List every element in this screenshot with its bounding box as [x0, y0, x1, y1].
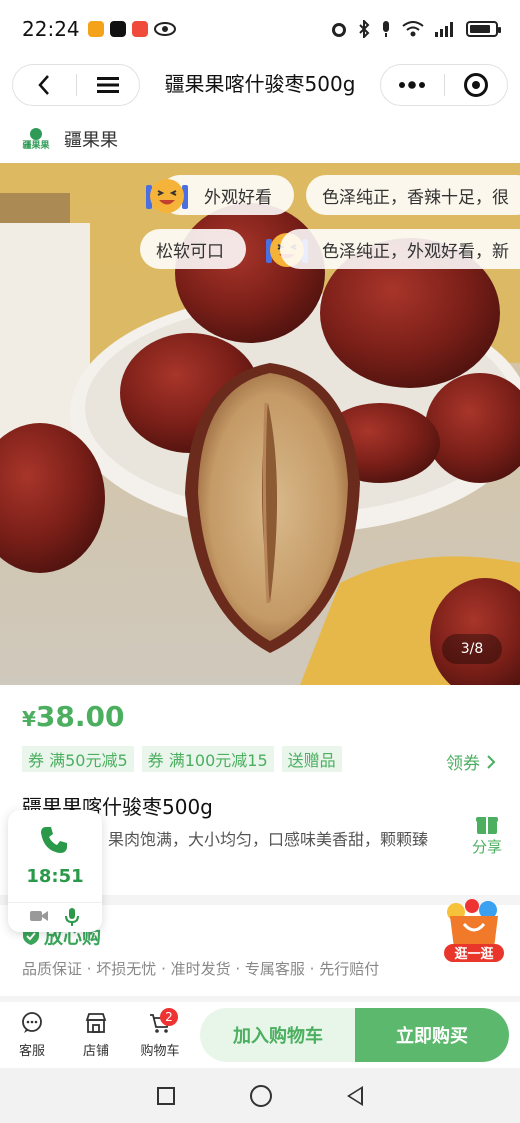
status-app-icons	[87, 21, 176, 37]
laughing-emoji-icon	[146, 179, 188, 213]
review-bubble: 色泽纯正，香辣十足，很	[306, 175, 520, 215]
product-image[interactable]: 外观好看 色泽纯正，香辣十足，很 松软可口 色泽纯正，外观好看，新 3/8	[0, 163, 520, 685]
back-triangle-icon[interactable]	[346, 1085, 363, 1106]
chat-bubble-icon	[22, 1011, 42, 1033]
product-description: 果肉饱满，大小均匀，口感味美香甜，颗颗臻	[108, 830, 429, 849]
menu-button[interactable]	[77, 76, 140, 94]
cart-count-badge: 2	[160, 1007, 178, 1026]
shop-logo: 疆果果	[22, 125, 50, 153]
more-dots-icon	[399, 81, 426, 89]
video-camera-icon[interactable]	[30, 910, 48, 922]
nav-capsule-left	[12, 64, 140, 106]
mic-status-icon	[383, 21, 389, 37]
phone-icon	[41, 827, 67, 853]
share-button[interactable]: 分享	[472, 814, 502, 857]
assurance-items: 品质保证 · 坏损无忧 · 准时发货 · 专属客服 · 先行赔付	[22, 960, 380, 978]
browse-badge[interactable]: 逛一逛	[442, 898, 506, 964]
shop-logo-text: 疆果果	[22, 140, 50, 151]
shopping-bag-icon: 逛一逛	[444, 899, 504, 962]
price-amount: 38.00	[35, 700, 125, 733]
gift-tag[interactable]: 送赠品	[281, 746, 342, 772]
back-button[interactable]	[13, 74, 76, 96]
status-time: 22:24	[22, 17, 80, 41]
close-miniprogram-button[interactable]	[445, 73, 508, 97]
call-duration: 18:51	[26, 866, 84, 887]
review-text: 色泽纯正，香辣十足，很	[322, 187, 509, 208]
coupon-tag[interactable]: 券 满100元减15	[141, 746, 274, 772]
get-coupon-label: 领券	[446, 754, 480, 774]
cart-label: 购物车	[140, 1043, 180, 1059]
bottom-action-bar: 客服 店铺 购物车 2 加入购物车 立即购买	[0, 1002, 520, 1068]
nav-bar: 疆果果喀什骏枣500g	[0, 60, 520, 112]
hamburger-icon	[96, 77, 119, 93]
app-notification-icon-red	[131, 21, 148, 37]
add-to-cart-button[interactable]: 加入购物车	[200, 1008, 356, 1062]
get-coupon-button[interactable]: 领券	[446, 749, 496, 774]
chevron-left-icon	[38, 75, 50, 95]
page: 22:24 疆果果喀什骏枣500g 疆果果 疆果果 外观好看 色泽纯正，香辣十足…	[0, 0, 520, 1123]
bluetooth-icon	[359, 20, 370, 38]
price-currency: ¥	[22, 707, 36, 731]
eye-icon	[153, 22, 176, 36]
browse-badge-label: 逛一逛	[454, 946, 493, 962]
image-counter: 3/8	[442, 634, 502, 664]
nav-capsule-right	[380, 64, 508, 106]
battery-icon	[466, 21, 501, 37]
home-icon[interactable]	[249, 1084, 272, 1107]
buy-now-button[interactable]: 立即购买	[355, 1008, 509, 1062]
customer-service-button[interactable]: 客服	[0, 1011, 64, 1059]
call-widget[interactable]: 18:51	[8, 810, 102, 932]
signal-icon	[435, 22, 453, 37]
system-nav-bar	[0, 1068, 520, 1123]
review-bubble: 色泽纯正，外观好看，新	[280, 229, 520, 269]
shop-row[interactable]: 疆果果 疆果果	[22, 122, 118, 156]
douyin-icon	[109, 21, 126, 37]
battery-level	[470, 25, 490, 33]
share-label: 分享	[471, 838, 502, 856]
store-button[interactable]: 店铺	[64, 1012, 128, 1059]
microphone-icon[interactable]	[64, 908, 80, 926]
coupon-list: 券 满50元减5 券 满100元减15 送赠品	[22, 746, 342, 772]
app-notification-icon	[87, 21, 104, 37]
target-icon	[463, 73, 488, 97]
page-title: 疆果果喀什骏枣500g	[164, 72, 356, 96]
shop-name: 疆果果	[64, 130, 118, 151]
wifi-icon	[402, 21, 424, 37]
gift-icon	[475, 814, 498, 834]
leaf-icon	[30, 127, 42, 140]
customer-service-label: 客服	[18, 1043, 45, 1059]
price: ¥38.00	[22, 700, 125, 733]
chevron-right-icon	[487, 754, 496, 769]
alarm-icon	[332, 23, 346, 37]
store-label: 店铺	[82, 1043, 109, 1059]
status-right-icons	[330, 20, 501, 38]
recent-apps-icon[interactable]	[157, 1086, 176, 1105]
review-text: 外观好看	[204, 187, 272, 208]
store-icon	[85, 1012, 107, 1033]
status-bar: 22:24	[0, 0, 520, 58]
review-bubble: 松软可口	[140, 229, 246, 269]
review-text: 松软可口	[156, 241, 224, 262]
cart-button[interactable]: 购物车 2	[128, 1007, 192, 1059]
more-button[interactable]	[381, 81, 444, 89]
review-text: 色泽纯正，外观好看，新	[322, 241, 509, 262]
coupon-tag[interactable]: 券 满50元减5	[22, 746, 134, 772]
call-divider	[8, 902, 102, 903]
